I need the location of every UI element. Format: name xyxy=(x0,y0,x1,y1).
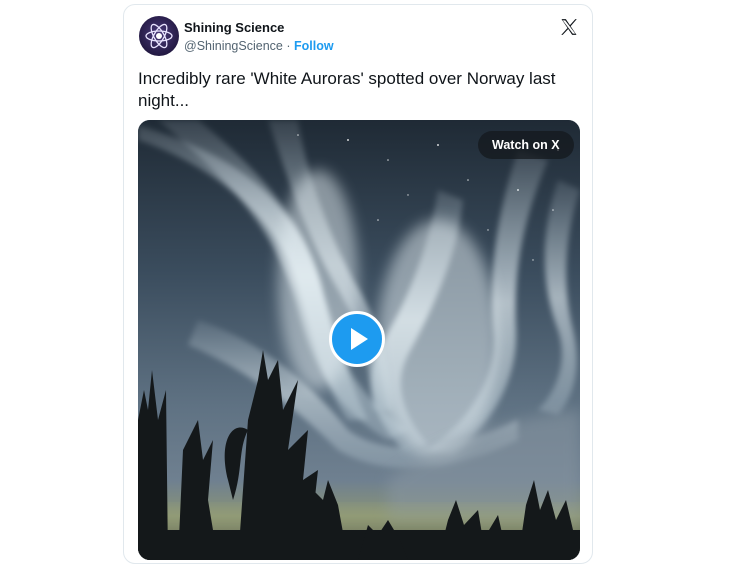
video-media[interactable]: Watch on X xyxy=(138,120,580,560)
atom-icon xyxy=(145,23,173,49)
handle-row: @ShiningScience · Follow xyxy=(184,39,334,53)
tweet-card: Shining Science @ShiningScience · Follow… xyxy=(123,4,593,564)
play-icon xyxy=(351,328,368,350)
play-button[interactable] xyxy=(329,311,385,367)
avatar[interactable] xyxy=(139,16,179,56)
x-logo-icon[interactable] xyxy=(559,17,579,37)
separator: · xyxy=(286,39,291,53)
handle[interactable]: @ShiningScience xyxy=(184,39,283,53)
display-name[interactable]: Shining Science xyxy=(184,20,284,35)
watch-on-x-button[interactable]: Watch on X xyxy=(478,131,574,159)
tweet-text: Incredibly rare 'White Auroras' spotted … xyxy=(138,69,556,110)
follow-button[interactable]: Follow xyxy=(294,39,334,53)
